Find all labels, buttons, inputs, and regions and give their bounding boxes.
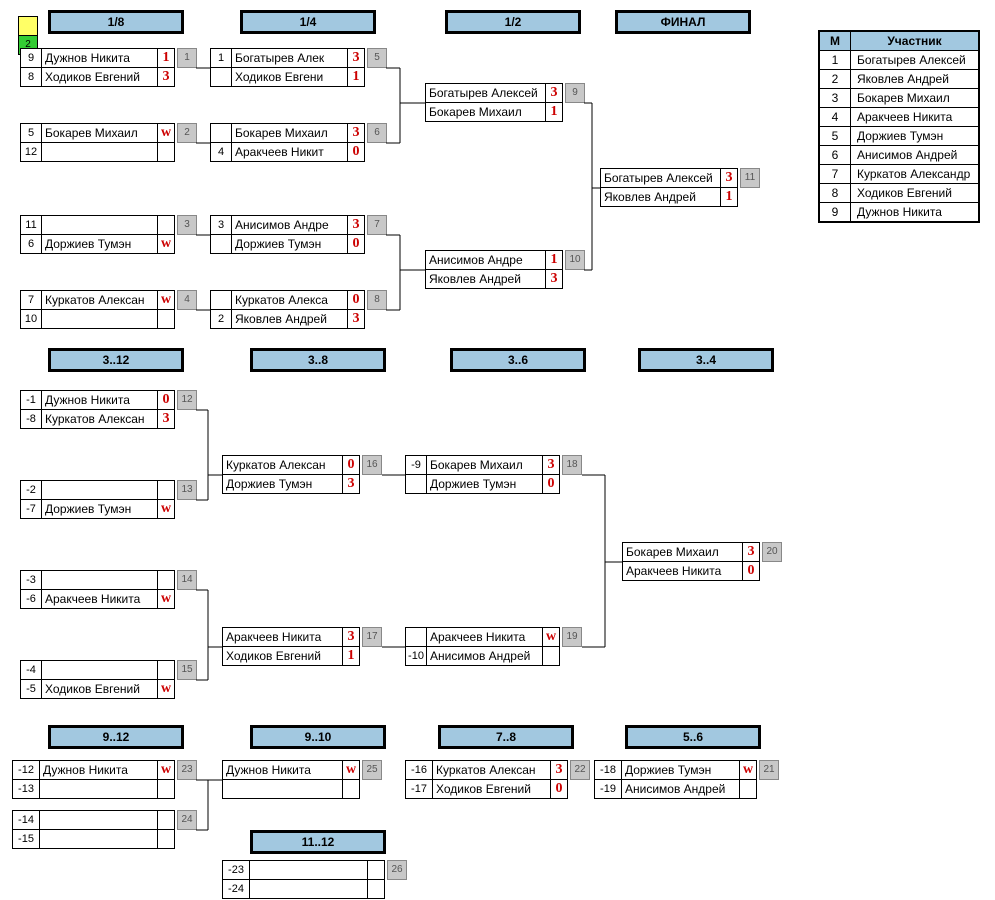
matchnum-4: 4 <box>177 290 197 310</box>
match-4: 7Куркатов Алексанw 10 <box>20 290 175 329</box>
round-header-1-4: 1/4 <box>240 10 376 34</box>
matchnum-11: 11 <box>740 168 760 188</box>
match-13: -2 -7Доржиев Тумэнw <box>20 480 175 519</box>
round-header-3-4: 3..4 <box>638 348 774 372</box>
matchnum-25: 25 <box>362 760 382 780</box>
round-header-3-6: 3..6 <box>450 348 586 372</box>
match-16: Куркатов Алексан0 Доржиев Тумэн3 <box>222 455 360 494</box>
match-7: 3Анисимов Андре3 Доржиев Тумэн0 <box>210 215 365 254</box>
match-25: Дужнов Никитаw <box>222 760 360 799</box>
match-1: 9Дужнов Никита1 8Ходиков Евгений3 <box>20 48 175 87</box>
matchnum-5: 5 <box>367 48 387 68</box>
round-header-1-2: 1/2 <box>445 10 581 34</box>
matchnum-1: 1 <box>177 48 197 68</box>
round-header-3-12: 3..12 <box>48 348 184 372</box>
round-header-9-10: 9..10 <box>250 725 386 749</box>
matchnum-18: 18 <box>562 455 582 475</box>
match-14: -3 -6Аракчеев Никитаw <box>20 570 175 609</box>
match-11: Богатырев Алексей3 Яковлев Андрей1 <box>600 168 738 207</box>
match-22: -16Куркатов Алексан3 -17Ходиков Евгений0 <box>405 760 568 799</box>
match-19: Аракчеев Никитаw -10Анисимов Андрей <box>405 627 560 666</box>
matchnum-10: 10 <box>565 250 585 270</box>
match-2: 5Бокарев Михаилw 12 <box>20 123 175 162</box>
match-26: -23 -24 <box>222 860 385 899</box>
matchnum-24: 24 <box>177 810 197 830</box>
round-header-1-8: 1/8 <box>48 10 184 34</box>
bracket-canvas: 2 1/8 1/4 1/2 ФИНАЛ МУчастник 1Богатырев… <box>0 0 995 900</box>
matchnum-20: 20 <box>762 542 782 562</box>
round-header-7-8: 7..8 <box>438 725 574 749</box>
match-15: -4 -5Ходиков Евгенийw <box>20 660 175 699</box>
matchnum-12: 12 <box>177 390 197 410</box>
match-21: -18Доржиев Тумэнw -19Анисимов Андрей <box>594 760 757 799</box>
match-12: -1Дужнов Никита0 -8Куркатов Алексан3 <box>20 390 175 429</box>
round-header-3-8: 3..8 <box>250 348 386 372</box>
matchnum-14: 14 <box>177 570 197 590</box>
matchnum-15: 15 <box>177 660 197 680</box>
matchnum-16: 16 <box>362 455 382 475</box>
match-5: 1Богатырев Алек3 Ходиков Евгени1 <box>210 48 365 87</box>
match-9: Богатырев Алексей3 Бокарев Михаил1 <box>425 83 563 122</box>
round-header-9-12: 9..12 <box>48 725 184 749</box>
matchnum-9: 9 <box>565 83 585 103</box>
matchnum-13: 13 <box>177 480 197 500</box>
match-17: Аракчеев Никита3 Ходиков Евгений1 <box>222 627 360 666</box>
matchnum-21: 21 <box>759 760 779 780</box>
matchnum-17: 17 <box>362 627 382 647</box>
matchnum-7: 7 <box>367 215 387 235</box>
participants-head-m: М <box>819 31 851 51</box>
participants-head-name: Участник <box>851 31 980 51</box>
matchnum-26: 26 <box>387 860 407 880</box>
match-20: Бокарев Михаил3 Аракчеев Никита0 <box>622 542 760 581</box>
match-24: -14 -15 <box>12 810 175 849</box>
match-18: -9Бокарев Михаил3 Доржиев Тумэн0 <box>405 455 560 494</box>
match-23: -12Дужнов Никитаw -13 <box>12 760 175 799</box>
matchnum-8: 8 <box>367 290 387 310</box>
matchnum-23: 23 <box>177 760 197 780</box>
round-header-5-6: 5..6 <box>625 725 761 749</box>
participants-table: МУчастник 1Богатырев Алексей 2Яковлев Ан… <box>818 30 980 223</box>
matchnum-6: 6 <box>367 123 387 143</box>
match-10: Анисимов Андре1 Яковлев Андрей3 <box>425 250 563 289</box>
match-8: Куркатов Алекса0 2Яковлев Андрей3 <box>210 290 365 329</box>
corner-cell-a <box>18 16 38 36</box>
round-header-11-12: 11..12 <box>250 830 386 854</box>
match-3: 11 6Доржиев Тумэнw <box>20 215 175 254</box>
match-6: Бокарев Михаил3 4Аракчеев Никит0 <box>210 123 365 162</box>
round-header-final: ФИНАЛ <box>615 10 751 34</box>
matchnum-2: 2 <box>177 123 197 143</box>
matchnum-19: 19 <box>562 627 582 647</box>
matchnum-3: 3 <box>177 215 197 235</box>
matchnum-22: 22 <box>570 760 590 780</box>
